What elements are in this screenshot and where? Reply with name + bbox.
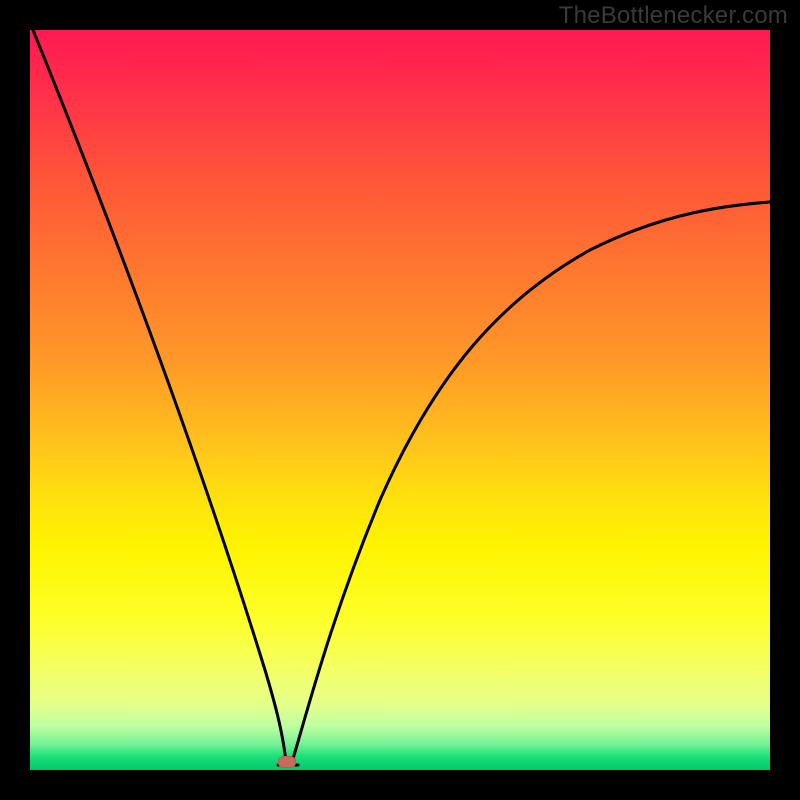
bottleneck-curve <box>30 30 770 770</box>
plot-area <box>30 30 770 770</box>
chart-frame: TheBottlenecker.com <box>0 0 800 800</box>
watermark-text: TheBottlenecker.com <box>559 2 788 30</box>
optimum-marker <box>278 756 296 768</box>
